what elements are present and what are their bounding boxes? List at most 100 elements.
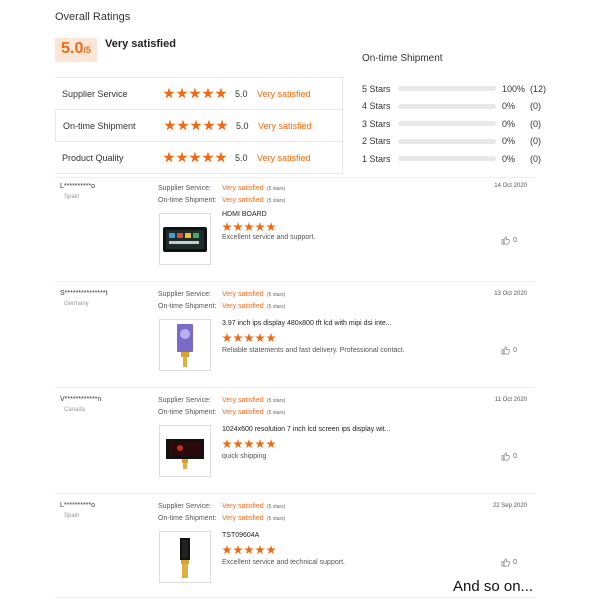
supplier-service-stars-note: (5 stars) xyxy=(267,292,286,298)
bar-count: (12) xyxy=(530,83,547,94)
category-score: 5.0 xyxy=(235,88,248,99)
category-label: Supplier Service xyxy=(62,88,128,99)
like-button[interactable]: 0 xyxy=(501,346,517,355)
star-icon xyxy=(255,545,265,555)
star-icon xyxy=(189,151,201,163)
product-image-vertical-display[interactable] xyxy=(159,319,211,371)
supplier-service-value: Very satisfied xyxy=(222,185,264,192)
ontime-shipment-label: On-time Shipment: xyxy=(158,409,217,416)
supplier-service-label: Supplier Service: xyxy=(158,503,211,510)
product-name[interactable]: 3.97 inch ips display 480x800 tft lcd wi… xyxy=(222,320,392,327)
bar-label: 5 Stars xyxy=(362,83,391,94)
review-item: V************n Canada Supplier Service: … xyxy=(55,387,535,493)
page-title: Overall Ratings xyxy=(55,11,131,23)
star-icon xyxy=(215,151,227,163)
category-ratings-table: Supplier Service 5.0 Very satisfied On-t… xyxy=(55,77,343,174)
star-icon xyxy=(163,151,175,163)
rating-bar-row: 2 Stars 0% (0) xyxy=(362,133,552,151)
star-icon xyxy=(233,333,243,343)
ontime-shipment-stars-note: (5 stars) xyxy=(267,516,286,522)
reviewer-country: Germany xyxy=(64,301,89,307)
bar-count: (0) xyxy=(530,136,541,147)
hdmi-board-image xyxy=(163,227,207,252)
lcd-7inch-image xyxy=(166,439,204,469)
reviewer-country: Spain xyxy=(64,513,80,519)
review-item: S***************t Germany Supplier Servi… xyxy=(55,281,535,387)
star-icon xyxy=(266,333,276,343)
divider xyxy=(55,597,535,598)
supplier-service-label: Supplier Service: xyxy=(158,291,211,298)
shipment-title: On-time Shipment xyxy=(362,53,443,64)
overall-score-badge: 5.0 /5 xyxy=(55,38,97,62)
product-name[interactable]: HDMI BOARD xyxy=(222,211,267,218)
rating-bar-row: 5 Stars 100% (12) xyxy=(362,80,552,98)
star-icon xyxy=(222,333,232,343)
reviewer-name: L**********o xyxy=(60,502,96,509)
overall-score-denominator: /5 xyxy=(83,45,91,55)
bar-count: (0) xyxy=(530,118,541,129)
like-count: 0 xyxy=(513,453,517,460)
like-button[interactable]: 0 xyxy=(501,236,517,245)
star-icon xyxy=(222,222,232,232)
review-comment: quick shipping xyxy=(222,453,267,460)
like-button[interactable]: 0 xyxy=(501,558,517,567)
rating-bar-row: 1 Stars 0% (0) xyxy=(362,150,552,168)
star-icon xyxy=(215,87,227,99)
category-label: Product Quality xyxy=(62,152,124,163)
product-image-hdmi-board[interactable] xyxy=(159,213,211,265)
supplier-service-value: Very satisfied xyxy=(222,291,264,298)
like-count: 0 xyxy=(513,347,517,354)
star-icon xyxy=(163,87,175,99)
ontime-shipment-value: Very satisfied xyxy=(222,197,264,204)
bar-track xyxy=(398,86,496,92)
category-score: 5.0 xyxy=(236,120,249,131)
category-desc: Very satisfied xyxy=(258,120,312,131)
like-count: 0 xyxy=(513,559,517,566)
star-icon xyxy=(244,545,254,555)
review-date: 13 Oct 2020 xyxy=(494,291,527,297)
like-button[interactable]: 0 xyxy=(501,452,517,461)
bar-label: 3 Stars xyxy=(362,118,391,129)
like-count: 0 xyxy=(513,237,517,244)
small-oled-image xyxy=(180,538,190,578)
ontime-shipment-label: On-time Shipment: xyxy=(158,303,217,310)
category-row-product-quality: Product Quality 5.0 Very satisfied xyxy=(55,142,342,174)
star-icon xyxy=(233,439,243,449)
rating-bar-row: 4 Stars 0% (0) xyxy=(362,98,552,116)
bar-label: 1 Stars xyxy=(362,153,391,164)
product-image-small-oled[interactable] xyxy=(159,531,211,583)
product-image-lcd-7inch[interactable] xyxy=(159,425,211,477)
star-rating xyxy=(163,87,233,100)
star-icon xyxy=(222,545,232,555)
supplier-service-label: Supplier Service: xyxy=(158,397,211,404)
review-comment: Excellent service and support. xyxy=(222,234,316,241)
category-desc: Very satisfied xyxy=(257,88,311,99)
ontime-shipment-value: Very satisfied xyxy=(222,515,264,522)
reviewer-name: S***************t xyxy=(60,290,108,297)
product-name[interactable]: TST09604A xyxy=(222,532,259,539)
star-icon xyxy=(216,119,228,131)
bar-track xyxy=(398,103,496,109)
product-name[interactable]: 1024x600 resolution 7 inch lcd screen ip… xyxy=(222,426,390,433)
reviewer-country: Spain xyxy=(64,194,80,200)
category-row-ontime-shipment: On-time Shipment 5.0 Very satisfied xyxy=(55,110,342,142)
review-stars xyxy=(222,222,276,232)
supplier-service-stars-note: (5 stars) xyxy=(267,398,286,404)
thumbs-up-icon xyxy=(501,558,510,567)
review-item: L**********o Spain Supplier Service: Ver… xyxy=(55,177,535,281)
thumbs-up-icon xyxy=(501,236,510,245)
thumbs-up-icon xyxy=(501,346,510,355)
star-icon xyxy=(244,439,254,449)
star-icon xyxy=(190,119,202,131)
star-icon xyxy=(189,87,201,99)
supplier-service-value: Very satisfied xyxy=(222,397,264,404)
star-icon xyxy=(176,87,188,99)
reviewer-name: L**********o xyxy=(60,183,96,190)
star-icon xyxy=(233,222,243,232)
category-score: 5.0 xyxy=(235,152,248,163)
review-date: 14 Oct 2020 xyxy=(494,183,527,189)
star-icon xyxy=(255,222,265,232)
ontime-shipment-value: Very satisfied xyxy=(222,303,264,310)
bar-label: 2 Stars xyxy=(362,136,391,147)
ontime-shipment-stars-note: (5 stars) xyxy=(267,304,286,310)
